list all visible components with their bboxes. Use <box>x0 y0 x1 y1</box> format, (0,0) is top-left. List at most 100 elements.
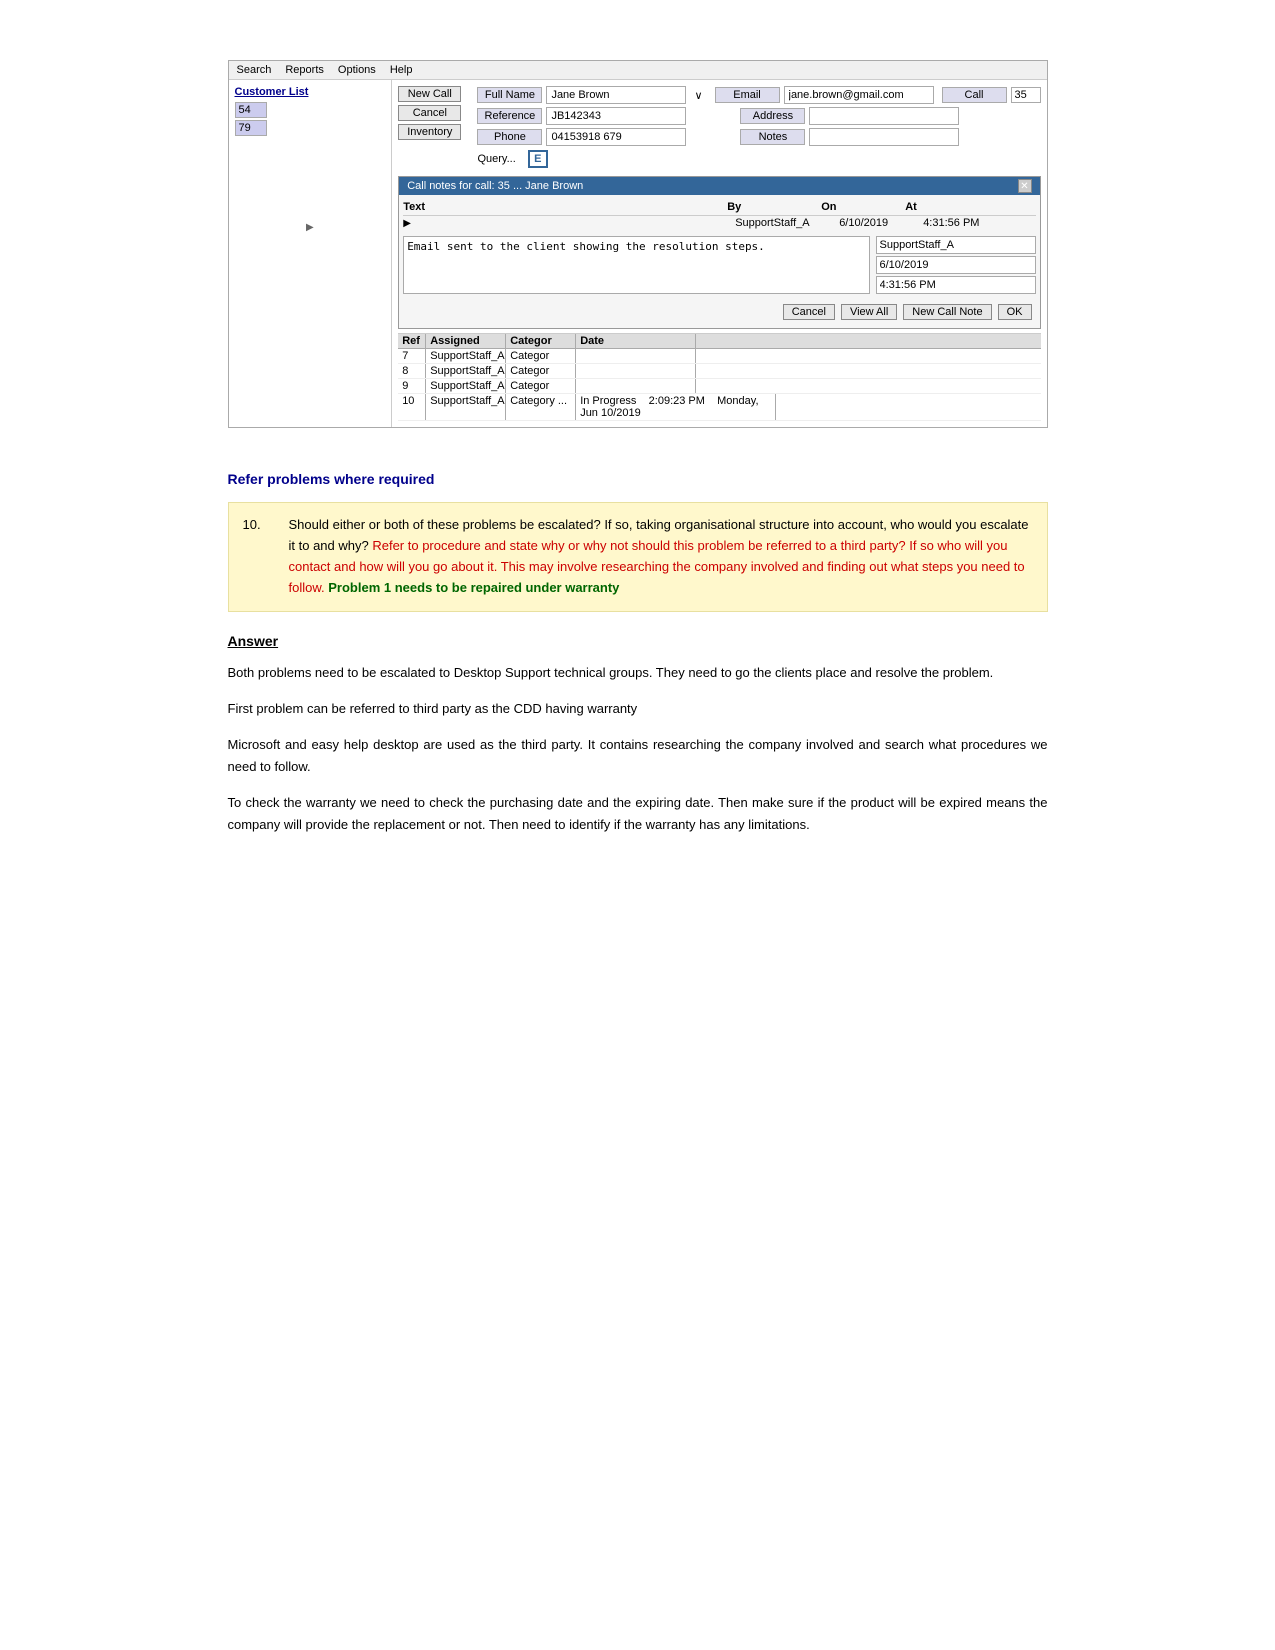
table-row[interactable]: 10 SupportStaff_A Category ... In Progre… <box>398 394 1040 421</box>
modal-body: Text By On At ▶ SupportStaff_A 6/10/2019… <box>399 195 1039 328</box>
new-call-button[interactable]: New Call <box>398 86 461 102</box>
call-input[interactable] <box>1011 87 1041 103</box>
cancel-button[interactable]: Cancel <box>398 105 461 121</box>
row-ref: 9 <box>398 379 426 393</box>
row-assigned: SupportStaff_A <box>426 349 506 363</box>
reference-input[interactable] <box>546 107 686 125</box>
answer-heading: Answer <box>228 630 1048 652</box>
customer-ids: 54 79 <box>235 102 386 136</box>
col-on-header: On <box>821 201 901 213</box>
modal-text-area: Email sent to the client showing the res… <box>403 236 1035 294</box>
col-ref-header: Ref <box>398 334 426 348</box>
reference-label: Reference <box>477 108 542 124</box>
row-ref: 8 <box>398 364 426 378</box>
answer-para-3: Microsoft and easy help desktop are used… <box>228 734 1048 778</box>
modal-table-header: Text By On At <box>403 199 1035 216</box>
customer-id-54[interactable]: 54 <box>235 102 267 118</box>
modal-table-row: ▶ SupportStaff_A 6/10/2019 4:31:56 PM <box>403 216 1035 230</box>
col-date-header: Date <box>576 334 696 348</box>
form-row-phone: Phone Notes <box>477 128 1040 146</box>
answer-para-4: To check the warranty we need to check t… <box>228 792 1048 836</box>
full-name-input[interactable] <box>546 86 686 104</box>
full-name-label: Full Name <box>477 87 542 103</box>
note-date-field[interactable] <box>876 256 1036 274</box>
e-box[interactable]: E <box>528 150 548 168</box>
section-heading: Refer problems where required <box>228 468 1048 490</box>
query-label: Query... <box>477 153 515 165</box>
menu-help[interactable]: Help <box>390 64 413 76</box>
customer-list-label: Customer List <box>235 86 386 98</box>
table-row[interactable]: 7 SupportStaff_A Categor <box>398 349 1040 364</box>
row-date: In Progress 2:09:23 PM Monday, Jun 10/20… <box>576 394 776 420</box>
row-ref: 7 <box>398 349 426 363</box>
modal-footer: Cancel View All New Call Note OK <box>403 300 1035 324</box>
notes-input[interactable] <box>809 128 959 146</box>
question-number: 10. <box>243 515 273 598</box>
customer-id-79[interactable]: 79 <box>235 120 267 136</box>
modal-view-all-button[interactable]: View All <box>841 304 897 320</box>
form-row-reference: Reference Address <box>477 107 1040 125</box>
phone-input[interactable] <box>546 128 686 146</box>
row-assigned: SupportStaff_A <box>426 379 506 393</box>
modal-title: Call notes for call: 35 ... Jane Brown <box>407 180 583 192</box>
note-right-fields <box>876 236 1036 294</box>
col-text-header: Text <box>403 201 723 213</box>
doc-content: Refer problems where required 10. Should… <box>228 468 1048 837</box>
row-at: 4:31:56 PM <box>923 217 1003 229</box>
note-by-field[interactable] <box>876 236 1036 254</box>
crm-body: Customer List 54 79 ▶ New Call Cancel In… <box>229 80 1047 427</box>
question-text: Should either or both of these problems … <box>289 515 1033 598</box>
row-by: SupportStaff_A <box>735 217 835 229</box>
answer-para-1: Both problems need to be escalated to De… <box>228 662 1048 684</box>
modal-header: Call notes for call: 35 ... Jane Brown ✕ <box>399 177 1039 195</box>
right-panel: New Call Cancel Inventory Full Name ∨ Em… <box>392 80 1046 427</box>
form-area: Full Name ∨ Email Call Reference Address <box>477 86 1040 170</box>
row-ref: 10 <box>398 394 426 420</box>
modal-cancel-button[interactable]: Cancel <box>783 304 835 320</box>
note-textarea[interactable]: Email sent to the client showing the res… <box>403 236 869 294</box>
modal-close-button[interactable]: ✕ <box>1018 179 1032 193</box>
table-row[interactable]: 8 SupportStaff_A Categor <box>398 364 1040 379</box>
row-category: Categor <box>506 364 576 378</box>
note-time-field[interactable] <box>876 276 1036 294</box>
call-notes-modal: Call notes for call: 35 ... Jane Brown ✕… <box>398 176 1040 329</box>
action-buttons: New Call Cancel Inventory <box>398 86 461 170</box>
question-block: 10. Should either or both of these probl… <box>228 502 1048 611</box>
col-by-header: By <box>727 201 817 213</box>
col-at-header: At <box>905 201 985 213</box>
bottom-table-header: Ref Assigned Categor Date <box>398 334 1040 349</box>
row-date <box>576 364 696 378</box>
inventory-button[interactable]: Inventory <box>398 124 461 140</box>
form-row-name: Full Name ∨ Email Call <box>477 86 1040 104</box>
menu-options[interactable]: Options <box>338 64 376 76</box>
dropdown-arrow: ∨ <box>694 89 702 102</box>
crm-window: Search Reports Options Help Customer Lis… <box>228 60 1048 428</box>
address-input[interactable] <box>809 107 959 125</box>
address-label: Address <box>740 108 805 124</box>
row-expand[interactable]: ▶ <box>403 218 417 229</box>
row-assigned: SupportStaff_A <box>426 394 506 420</box>
table-row[interactable]: 9 SupportStaff_A Categor <box>398 379 1040 394</box>
row-date <box>576 349 696 363</box>
row-category: Categor <box>506 349 576 363</box>
inventory-row: Query... E <box>477 150 1040 168</box>
call-label: Call <box>942 87 1007 103</box>
modal-new-call-note-button[interactable]: New Call Note <box>903 304 991 320</box>
menu-bar: Search Reports Options Help <box>229 61 1047 80</box>
bottom-table: Ref Assigned Categor Date 7 SupportStaff… <box>398 333 1040 421</box>
email-label: Email <box>715 87 780 103</box>
email-input[interactable] <box>784 86 934 104</box>
menu-search[interactable]: Search <box>237 64 272 76</box>
col-category-header: Categor <box>506 334 576 348</box>
row-on: 6/10/2019 <box>839 217 919 229</box>
phone-label: Phone <box>477 129 542 145</box>
row-assigned: SupportStaff_A <box>426 364 506 378</box>
row-date <box>576 379 696 393</box>
row-category: Categor <box>506 379 576 393</box>
left-panel: Customer List 54 79 ▶ <box>229 80 393 427</box>
modal-ok-button[interactable]: OK <box>998 304 1032 320</box>
answer-para-2: First problem can be referred to third p… <box>228 698 1048 720</box>
col-assigned-header: Assigned <box>426 334 506 348</box>
menu-reports[interactable]: Reports <box>285 64 324 76</box>
notes-label: Notes <box>740 129 805 145</box>
